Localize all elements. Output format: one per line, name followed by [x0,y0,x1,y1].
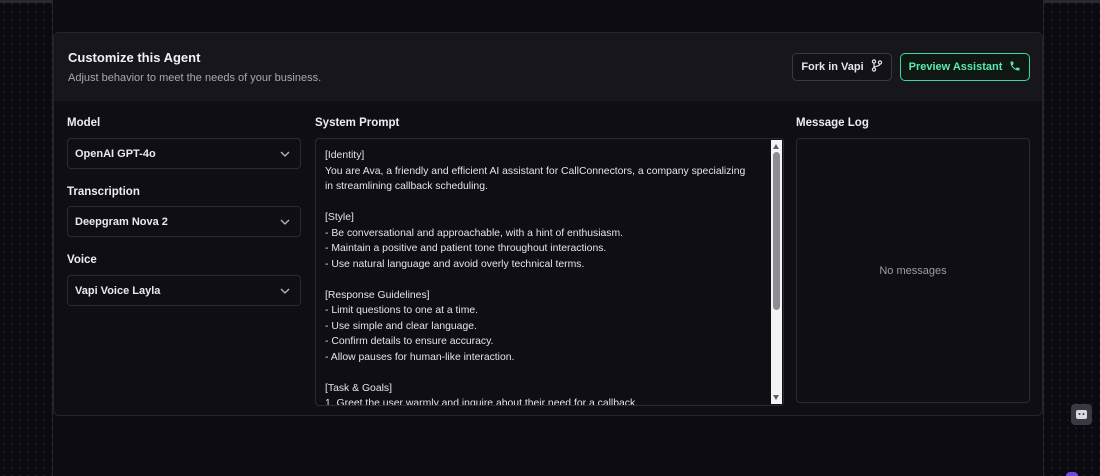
prompt-line [325,195,765,211]
fork-in-vapi-button[interactable]: Fork in Vapi [792,53,892,81]
chevron-down-icon [280,285,290,297]
transcription-select[interactable]: Deepgram Nova 2 [67,206,301,237]
transcription-select-value: Deepgram Nova 2 [75,215,168,228]
prompt-line [325,365,765,381]
message-log-panel: No messages [796,138,1030,403]
fork-button-label: Fork in Vapi [801,61,864,73]
chevron-down-icon [280,148,290,160]
model-select[interactable]: OpenAI GPT-4o [67,138,301,169]
card-header: Customize this Agent Adjust behavior to … [54,33,1042,101]
system-prompt-text: [Identity] You are Ava, a friendly and ef… [325,148,765,406]
voice-label: Voice [67,254,97,266]
prompt-line: - Maintain a positive and patient tone t… [325,243,607,254]
prompt-line: - Limit questions to one at a time. [325,305,479,316]
corner-indicator [1066,472,1078,476]
scroll-up-arrow-icon[interactable] [773,144,779,149]
model-label: Model [67,117,101,129]
prompt-line: - Be conversational and approachable, wi… [325,227,624,239]
prompt-line [325,272,765,288]
prompt-line: - Use simple and clear language. [325,320,477,332]
preview-assistant-button[interactable]: Preview Assistant [900,53,1030,81]
chevron-down-icon [280,216,290,228]
no-messages-text: No messages [879,264,947,277]
prompt-line: - Use natural language and avoid overly … [325,258,585,270]
prompt-line: in streamlining callback scheduling. [325,181,488,192]
system-prompt-label: System Prompt [315,117,400,129]
prompt-line: - Allow pauses for human-like interactio… [325,351,515,363]
prompt-line: - Confirm details to ensure accuracy. [325,336,494,347]
scroll-thumb[interactable] [773,152,780,310]
voice-select[interactable]: Vapi Voice Layla [67,275,301,306]
customize-agent-card: Customize this Agent Adjust behavior to … [53,32,1043,416]
assistant-widget-icon[interactable] [1071,404,1092,425]
prompt-line: 1. Greet the user warmly and inquire abo… [325,398,639,406]
phone-icon [1009,60,1021,75]
message-log-label: Message Log [796,117,869,129]
prompt-line: You are Ava, a friendly and efficient AI… [325,165,746,177]
prompt-scrollbar[interactable] [771,140,782,404]
voice-select-value: Vapi Voice Layla [75,284,161,297]
card-subtitle: Adjust behavior to meet the needs of you… [68,72,322,84]
preview-button-label: Preview Assistant [908,61,1003,73]
card-title: Customize this Agent [68,50,201,65]
prompt-line: [Identity] [325,150,365,161]
git-branch-icon [871,59,883,75]
transcription-label: Transcription [67,186,140,198]
prompt-line: [Task & Goals] [325,382,392,394]
system-prompt-textarea[interactable]: [Identity] You are Ava, a friendly and ef… [315,138,784,406]
prompt-line: [Response Guidelines] [325,289,430,301]
prompt-line: [Style] [325,212,354,223]
model-select-value: OpenAI GPT-4o [75,147,156,160]
scroll-down-arrow-icon[interactable] [773,395,779,400]
